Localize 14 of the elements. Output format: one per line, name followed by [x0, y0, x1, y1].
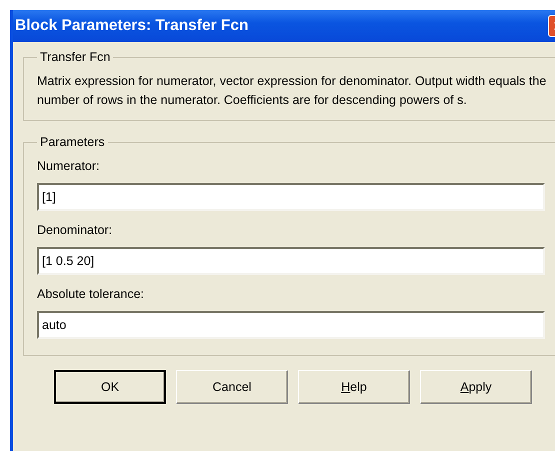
dialog-button[interactable]: Help	[298, 370, 410, 404]
field-label: Denominator:	[37, 222, 114, 239]
input-field[interactable]: auto	[37, 311, 545, 339]
input-field[interactable]: [1 0.5 20]	[37, 247, 545, 275]
group-title: Transfer Fcn	[39, 50, 112, 64]
dialog-button[interactable]: Cancel	[176, 370, 288, 404]
field-label: Numerator:	[37, 158, 101, 175]
group-title: Parameters	[39, 135, 106, 149]
dialog-button[interactable]: OK	[54, 370, 166, 404]
field-label: Absolute tolerance:	[37, 286, 146, 303]
input-field[interactable]: [1]	[37, 183, 545, 211]
description-text: Matrix expression for numerator, vector expression for denominator. Output width equals the number of rows in the numerator. Coefficients are for descending powers of s.	[37, 73, 548, 109]
dialog-button[interactable]: Apply	[420, 370, 532, 404]
window-title: Block Parameters: Transfer Fcn	[14, 17, 248, 35]
